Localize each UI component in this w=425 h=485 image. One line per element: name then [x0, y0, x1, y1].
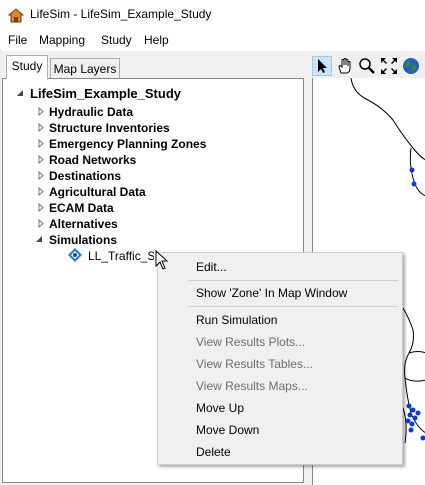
menu-item-move-up[interactable]: Move Up — [196, 398, 244, 418]
menu-study[interactable]: Study — [101, 33, 132, 47]
tree-item-structure-inventories[interactable]: Structure Inventories — [49, 120, 170, 136]
tree-item-ecam-data[interactable]: ECAM Data — [49, 200, 114, 216]
expand-arrow-icon[interactable] — [37, 123, 46, 132]
globe-icon[interactable] — [401, 56, 421, 76]
menu-item-view-results-maps[interactable]: View Results Maps... — [196, 376, 308, 396]
expand-arrow-icon[interactable] — [37, 107, 46, 116]
menu-separator — [188, 306, 398, 307]
mouse-cursor-icon — [155, 250, 169, 270]
tab-map-layers[interactable]: Map Layers — [50, 58, 120, 80]
zoom-icon[interactable] — [357, 56, 377, 76]
expand-arrow-icon[interactable] — [37, 171, 46, 180]
expand-arrow-icon[interactable] — [37, 219, 46, 228]
tree-item-agricultural-data[interactable]: Agricultural Data — [49, 184, 146, 200]
menu-item-delete[interactable]: Delete — [196, 442, 231, 462]
tree-item-road-networks[interactable]: Road Networks — [49, 152, 136, 168]
title-bar: LifeSim - LifeSim_Example_Study — [0, 0, 425, 30]
tree-item-hydraulic-data[interactable]: Hydraulic Data — [49, 104, 133, 120]
collapse-arrow-icon[interactable] — [16, 89, 25, 98]
pan-hand-icon[interactable] — [335, 56, 355, 76]
expand-arrow-icon[interactable] — [37, 155, 46, 164]
panel-tabs: Study Map Layers — [0, 55, 310, 80]
tab-study[interactable]: Study — [6, 55, 48, 80]
menu-item-view-results-plots[interactable]: View Results Plots... — [196, 332, 305, 352]
collapse-arrow-icon[interactable] — [35, 235, 44, 244]
tree-item-ll-traffic-sim[interactable]: LL_Traffic_SIM — [88, 248, 154, 264]
expand-arrow-icon[interactable] — [37, 203, 46, 212]
menu-item-edit[interactable]: Edit... — [196, 257, 227, 277]
tree-item-alternatives[interactable]: Alternatives — [49, 216, 118, 232]
lifesim-app-icon — [8, 8, 24, 23]
tree-item-emergency-planning-zones[interactable]: Emergency Planning Zones — [49, 136, 206, 152]
context-menu: Edit... Show 'Zone' In Map Window Run Si… — [157, 252, 403, 465]
menu-item-run-simulation[interactable]: Run Simulation — [196, 310, 277, 330]
map-toolbar — [312, 55, 425, 77]
menu-bar: File Mapping Study Help — [0, 30, 425, 51]
menu-mapping[interactable]: Mapping — [39, 33, 85, 47]
expand-arrow-icon[interactable] — [37, 187, 46, 196]
select-arrow-icon[interactable] — [312, 56, 332, 76]
full-extent-icon[interactable] — [379, 56, 399, 76]
menu-separator — [188, 280, 398, 281]
menu-help[interactable]: Help — [144, 33, 169, 47]
window-title: LifeSim - LifeSim_Example_Study — [30, 7, 212, 21]
tree-root[interactable]: LifeSim_Example_Study — [30, 86, 181, 102]
expand-arrow-icon[interactable] — [37, 139, 46, 148]
tree-item-destinations[interactable]: Destinations — [49, 168, 121, 184]
tree-item-simulations[interactable]: Simulations — [49, 232, 117, 248]
simulation-icon — [68, 248, 82, 262]
menu-file[interactable]: File — [8, 33, 27, 47]
menu-item-view-results-tables[interactable]: View Results Tables... — [196, 354, 313, 374]
menu-item-show-zone[interactable]: Show 'Zone' In Map Window — [196, 283, 347, 303]
menu-item-move-down[interactable]: Move Down — [196, 420, 259, 440]
